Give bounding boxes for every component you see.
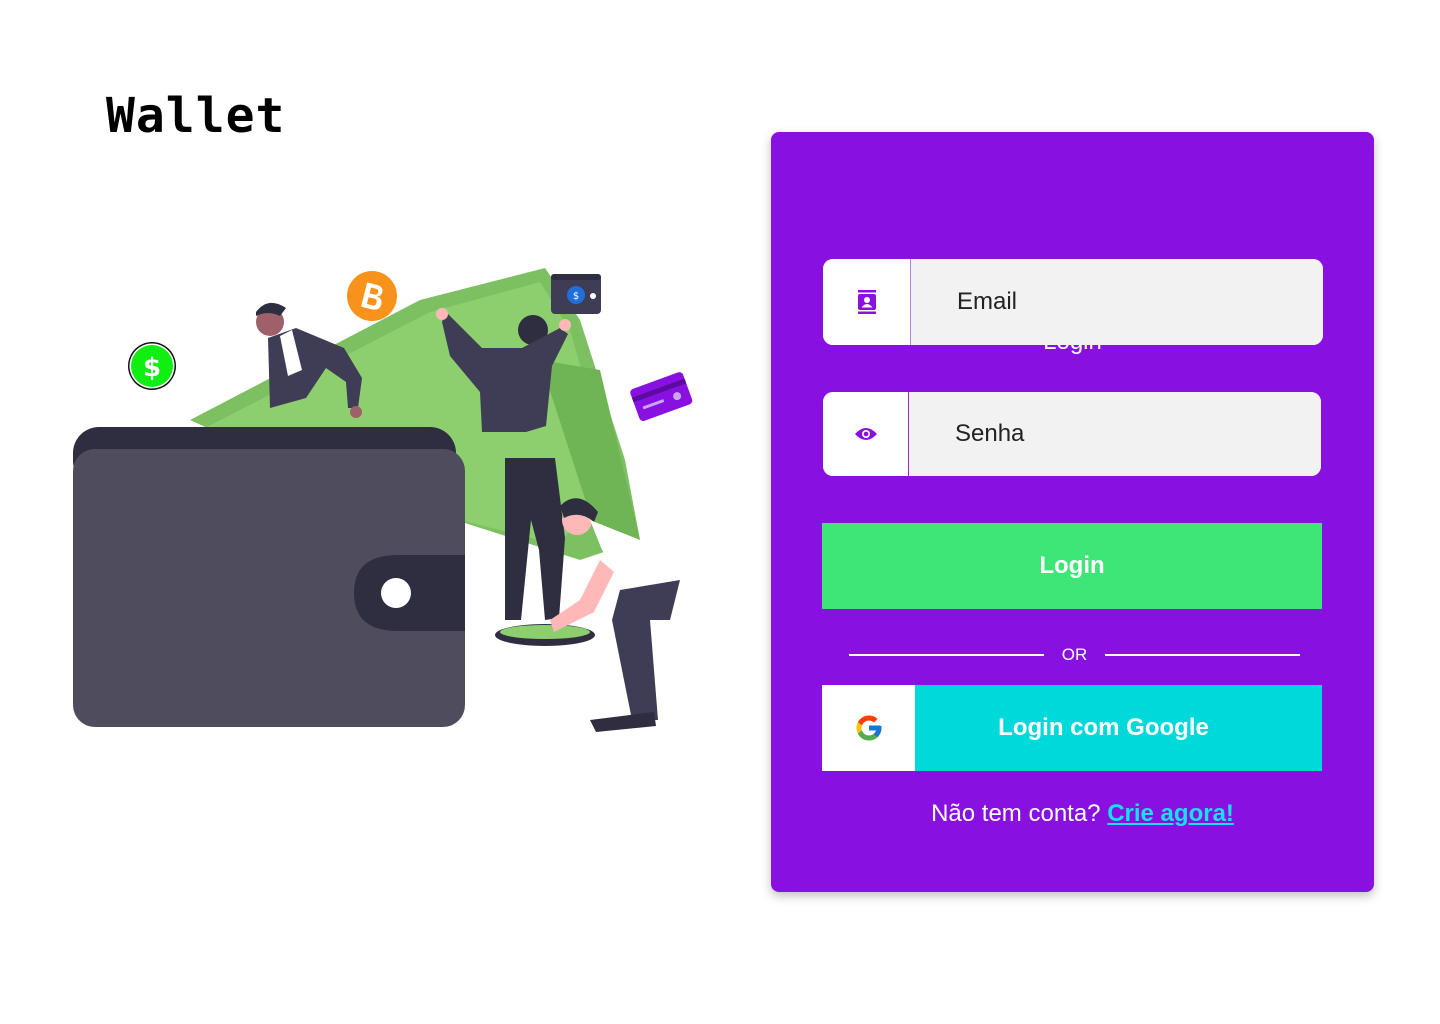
- eye-icon[interactable]: [823, 392, 909, 476]
- password-input[interactable]: [909, 392, 1321, 476]
- login-button[interactable]: Login: [822, 523, 1322, 609]
- mini-wallet-icon: $: [551, 274, 601, 314]
- wallet-illustration: $ $: [73, 268, 693, 732]
- signup-link[interactable]: Crie agora!: [1107, 800, 1234, 827]
- signup-prompt: Não tem conta? Crie agora!: [771, 800, 1374, 828]
- bitcoin-icon: [347, 271, 397, 321]
- dollar-coin-icon: $: [128, 342, 176, 390]
- google-login-button[interactable]: Login com Google: [822, 685, 1322, 771]
- email-field-group[interactable]: [823, 259, 1323, 345]
- password-field-group[interactable]: [823, 392, 1321, 476]
- email-input[interactable]: [911, 259, 1323, 345]
- divider-line-right: [1105, 654, 1300, 656]
- google-login-label: Login com Google: [998, 714, 1209, 741]
- svg-text:$: $: [573, 291, 579, 302]
- dollar-coin-symbol: $: [143, 353, 161, 383]
- big-wallet: [73, 427, 465, 727]
- signup-prompt-text: Não tem conta?: [931, 800, 1101, 827]
- credit-card-icon: [630, 372, 693, 422]
- contact-card-icon: [823, 259, 911, 345]
- google-icon: [822, 685, 915, 771]
- login-card: Login: [771, 132, 1374, 892]
- brand-logo-text: Wallet: [106, 88, 286, 144]
- or-divider: OR: [849, 645, 1300, 669]
